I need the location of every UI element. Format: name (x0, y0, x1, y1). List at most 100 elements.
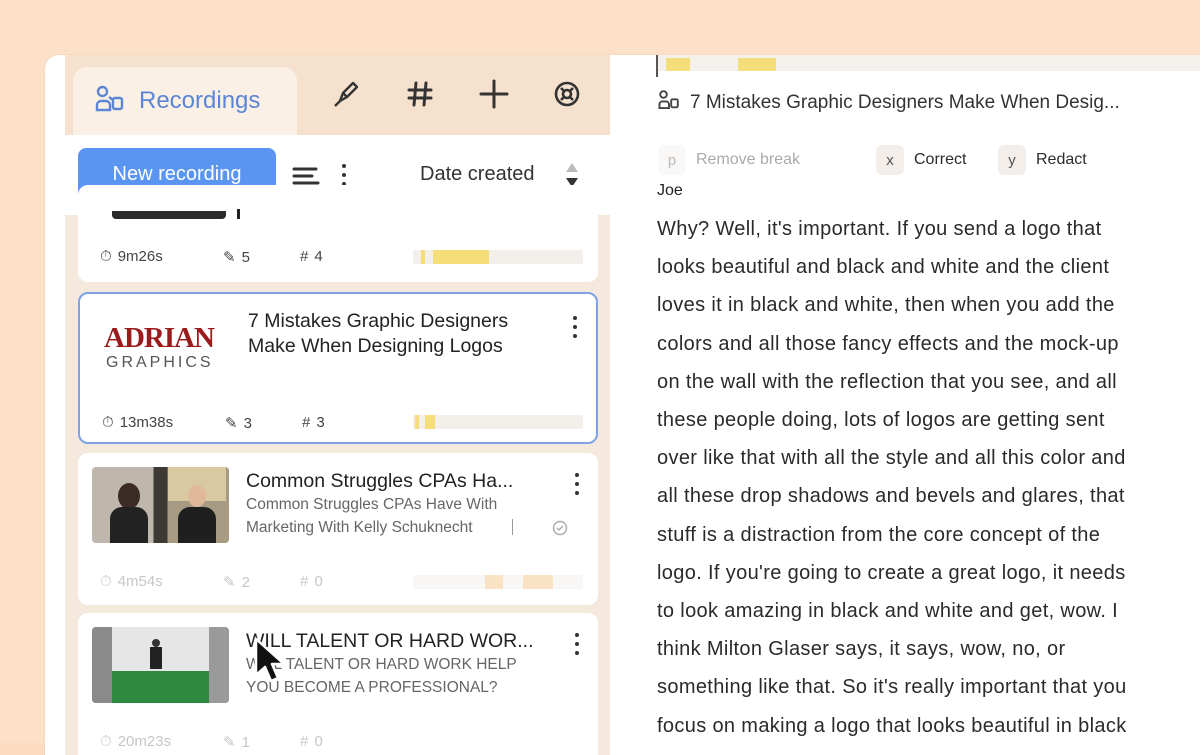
hash-icon (406, 80, 434, 113)
text-caret (656, 55, 658, 77)
toolbar-more-icon[interactable] (341, 164, 347, 186)
recording-title: 7 Mistakes Graphic Designers Make When D… (248, 309, 548, 359)
recording-subtitle: Common Struggles CPAs Have With Marketin… (246, 493, 536, 539)
action-label: Redact (1036, 151, 1087, 168)
transcript-line[interactable]: think Milton Glaser says, it says, wow, … (657, 630, 1192, 668)
plus-icon (479, 79, 509, 114)
highlighter-icon: ✎ (223, 734, 236, 751)
subtitle-line: Marketing With Kelly Schuknecht (246, 519, 473, 536)
app-window: Recordings New recording Date created ⏱ … (45, 55, 1200, 755)
transcript-line[interactable]: loves it in black and white, then when y… (657, 286, 1192, 324)
recording-subtitle: WILL TALENT OR HARD WORK HELP YOU BECOME… (246, 653, 536, 699)
thumbnail (112, 211, 226, 219)
recording-header: 7 Mistakes Graphic Designers Make When D… (658, 89, 1120, 117)
thumbnail-logo-sub: GRAPHICS (106, 354, 214, 371)
timer-icon: ⏱ (100, 248, 112, 265)
action-label: Remove break (696, 151, 801, 168)
transcript-line[interactable]: all these drop shadows and bevels and gl… (657, 477, 1192, 515)
highlight-count: ✎ 1 (223, 733, 250, 752)
speaker-name[interactable]: Joe (657, 182, 683, 200)
recording-title: 7 Mistakes Graphic Designers Make When D… (690, 92, 1120, 113)
highlighter-icon: ✎ (223, 574, 236, 591)
list-item[interactable]: ADRIAN GRAPHICS 7 Mistakes Graphic Desig… (78, 292, 598, 444)
transcript-line[interactable]: looks beautiful and black and white and … (657, 248, 1192, 286)
highlighter-icon: ✎ (225, 415, 238, 432)
users-icon (95, 84, 125, 119)
highlighter-icon: ✎ (223, 249, 236, 266)
recording-title: WILL TALENT OR HARD WOR... (246, 630, 534, 652)
list-item[interactable]: ⏱ 9m26s ✎ 5 #4 (78, 185, 598, 282)
tab-recordings-label: Recordings (139, 87, 261, 114)
transcript-line[interactable]: stuff is a distraction from the core con… (657, 516, 1192, 554)
timer-icon: ⏱ (100, 573, 112, 590)
transcript-line[interactable]: to look amazing in black and white and g… (657, 592, 1192, 630)
subtitle-line: WILL TALENT OR HARD WORK HELP (246, 656, 517, 673)
tab-highlights[interactable] (329, 79, 363, 113)
more-options-icon[interactable] (572, 316, 578, 338)
transcript-panel: 7 Mistakes Graphic Designers Make When D… (610, 55, 1200, 755)
recordings-list[interactable]: ⏱ 9m26s ✎ 5 #4 ADRIAN GRAPHICS 7 Mistake… (65, 185, 610, 755)
more-options-icon[interactable] (574, 473, 580, 495)
tab-explore[interactable] (550, 79, 584, 113)
users-icon (658, 89, 680, 117)
hash-icon: # (300, 248, 309, 265)
compass-icon (553, 80, 581, 113)
check-circle-icon (552, 520, 568, 541)
tag-count: #3 (302, 414, 325, 431)
duration: ⏱ 13m38s (102, 414, 174, 431)
highlight-timeline (413, 575, 583, 589)
thumbnail: ADRIAN GRAPHICS (94, 312, 231, 388)
tab-tags[interactable] (403, 79, 437, 113)
thumbnail (92, 627, 229, 703)
transcript-line[interactable]: logo. If you're going to create a great … (657, 554, 1192, 592)
highlight-count: ✎ 2 (223, 573, 250, 592)
shortcut-key: p (658, 145, 686, 175)
thumbnail-logo: ADRIAN (104, 322, 215, 354)
hash-icon: # (300, 733, 309, 750)
transcript-line[interactable]: colors and all those fancy effects and t… (657, 325, 1192, 363)
more-options-icon[interactable] (574, 633, 580, 655)
transcript-line[interactable]: focus on making a logo that looks beauti… (657, 707, 1192, 745)
remove-break-action[interactable]: p Remove break (658, 143, 800, 177)
timer-icon: ⏱ (102, 414, 114, 431)
title-line: Make When Designing Logos (248, 335, 503, 357)
tab-add[interactable] (477, 79, 511, 113)
correct-action[interactable]: x Correct (876, 143, 966, 177)
highlight-timeline (413, 250, 583, 264)
shortcut-key: x (876, 145, 904, 175)
title-line: 7 Mistakes Graphic Designers (248, 310, 509, 332)
action-label: Correct (914, 151, 967, 168)
mouse-pointer-icon (253, 637, 287, 690)
hash-icon: # (302, 414, 311, 431)
duration: ⏱ 4m54s (100, 573, 163, 590)
highlight-timeline (413, 415, 583, 429)
timer-icon: ⏱ (100, 733, 112, 750)
transcript-timeline[interactable] (658, 55, 1200, 71)
duration: ⏱ 20m23s (100, 733, 172, 750)
transcript-text[interactable]: Why? Well, it's important. If you send a… (657, 210, 1192, 745)
highlighter-icon (331, 79, 361, 114)
sort-dropdown[interactable]: Date created (420, 163, 535, 186)
tag-count: #0 (300, 733, 323, 750)
recording-title: Common Struggles CPAs Ha... (246, 470, 514, 492)
text-caret (237, 209, 240, 219)
list-item[interactable]: WILL TALENT OR HARD WOR... WILL TALENT O… (78, 613, 598, 755)
subtitle-line: Common Struggles CPAs Have With (246, 496, 498, 513)
list-item[interactable]: Common Struggles CPAs Ha... Common Strug… (78, 453, 598, 605)
tag-count: #0 (300, 573, 323, 590)
transcript-line[interactable]: on the wall with the reflection that you… (657, 363, 1192, 401)
duration: ⏱ 9m26s (100, 248, 163, 265)
redact-action[interactable]: y Redact (998, 143, 1087, 177)
transcript-line[interactable]: something like that. So it's really impo… (657, 668, 1192, 706)
transcript-line[interactable]: over like that with all the style and al… (657, 439, 1192, 477)
transcript-line[interactable]: these people doing, lots of logos are ge… (657, 401, 1192, 439)
transcript-line[interactable]: Why? Well, it's important. If you send a… (657, 210, 1192, 248)
shortcut-key: y (998, 145, 1026, 175)
tab-bar: Recordings (65, 55, 610, 135)
thumbnail (92, 467, 229, 543)
subtitle-line: YOU BECOME A PROFESSIONAL? (246, 679, 498, 696)
recordings-panel: Recordings New recording Date created ⏱ … (65, 55, 610, 755)
highlight-count: ✎ 5 (223, 248, 250, 267)
tab-recordings[interactable]: Recordings (73, 67, 297, 135)
text-caret (512, 519, 513, 535)
